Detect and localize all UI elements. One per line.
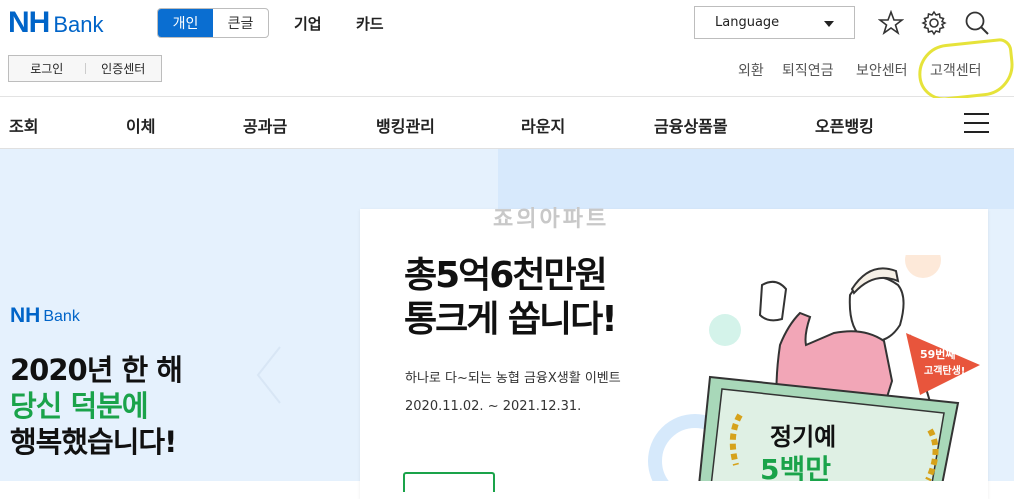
nav-open-banking[interactable]: 오픈뱅킹: [815, 113, 874, 137]
menu-icon[interactable]: [964, 113, 989, 133]
tab-large-text[interactable]: 큰글: [213, 9, 268, 37]
prev-slide-icon[interactable]: [256, 345, 282, 405]
nav-product-mall[interactable]: 금융상품몰: [654, 113, 728, 137]
gear-icon[interactable]: [921, 10, 947, 36]
hero-logo-bank: Bank: [43, 308, 80, 325]
promo-title-line-1: 총5억6천만원: [404, 255, 608, 296]
flag-text-1: 59번째: [920, 347, 956, 361]
flag-text-2: 고객탄생!: [924, 364, 965, 377]
highlight-circle-annotation: [915, 37, 1014, 103]
menu-card[interactable]: 카드: [356, 13, 384, 34]
nav-banking-management[interactable]: 뱅킹관리: [376, 113, 435, 137]
star-icon[interactable]: [878, 10, 904, 36]
nav-inquiry[interactable]: 조회: [9, 113, 38, 137]
nh-bank-logo[interactable]: NH Bank: [8, 8, 104, 38]
hero-line-2: 당신 덕분에: [10, 389, 148, 423]
link-foreign-exchange[interactable]: 외환: [738, 60, 764, 80]
cert-center-button[interactable]: 인증센터: [86, 60, 162, 77]
hero-line-3: 행복했습니다!: [10, 425, 177, 459]
promo-description: 하나로 다~되는 농협 금융X생활 이벤트: [405, 371, 621, 386]
sign-text-2: 5백만: [760, 453, 831, 481]
menu-corporate[interactable]: 기업: [294, 13, 322, 34]
customer-type-toggle: 개인 큰글: [157, 8, 269, 38]
hero-decoration: [498, 149, 1014, 209]
login-box: 로그인 인증센터: [8, 55, 162, 82]
nav-transfer[interactable]: 이체: [126, 113, 155, 137]
header: NH Bank 개인 큰글 기업 카드 Language 로그인 인증센터 외환…: [0, 0, 1014, 103]
main-nav: 조회 이체 공과금 뱅킹관리 라운지 금융상품몰 오픈뱅킹: [0, 98, 1014, 149]
watermark-text: 죠의아파트: [493, 207, 610, 232]
hero-logo-nh: NH: [10, 304, 41, 327]
search-icon[interactable]: [964, 10, 990, 36]
chevron-down-icon: [824, 21, 834, 27]
language-label: Language: [715, 15, 780, 30]
promo-period: 2020.11.02. ~ 2021.12.31.: [405, 399, 582, 414]
link-security-center[interactable]: 보안센터: [856, 60, 908, 80]
promo-title-line-2: 통크게 쏩니다!: [404, 299, 618, 340]
login-button[interactable]: 로그인: [9, 60, 85, 77]
hero-line-1: 2020년 한 해: [10, 353, 183, 387]
tab-personal[interactable]: 개인: [158, 9, 213, 37]
nav-lounge[interactable]: 라운지: [521, 113, 565, 137]
sign-text-1: 정기예: [770, 423, 836, 451]
hero-nh-bank-logo: NH Bank: [10, 305, 80, 326]
language-select[interactable]: Language: [694, 6, 855, 39]
promo-illustration: 59번째 고객탄생! 정기예 5백만: [648, 255, 980, 481]
link-pension[interactable]: 퇴직연금: [782, 60, 834, 80]
logo-nh-text: NH: [8, 6, 50, 39]
nav-utility-bills[interactable]: 공과금: [243, 113, 287, 137]
logo-bank-text: Bank: [53, 12, 104, 37]
promo-detail-button[interactable]: [403, 472, 495, 492]
